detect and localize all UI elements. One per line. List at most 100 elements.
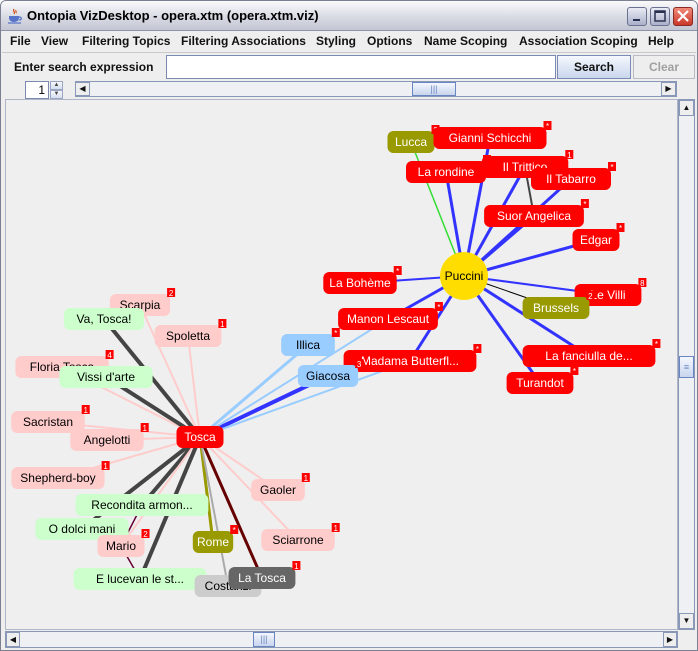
node-fanciulla[interactable]: La fanciulla de... * [522, 339, 661, 367]
node-turandot[interactable]: Turandot * [506, 366, 579, 394]
node-label: Il Tabarro [546, 172, 596, 186]
node-label: Angelotti [84, 433, 131, 447]
badge-text: 1 [304, 474, 309, 483]
node-suor[interactable]: Suor Angelica * [484, 199, 589, 227]
badge-text: 1 [142, 424, 147, 433]
badge-text: 1 [567, 151, 572, 160]
locality-slider[interactable]: ◀ ||| ▶ [75, 81, 677, 97]
slider-thumb[interactable]: ||| [412, 82, 456, 96]
node-gianni[interactable]: Gianni Schicchi * [433, 121, 552, 149]
badge-text: 1 [333, 524, 338, 533]
node-label: Illica [296, 338, 320, 352]
node-label: Sciarrone [272, 533, 324, 547]
node-vissi[interactable]: Vissi d'arte [59, 366, 153, 388]
maximize-button[interactable] [650, 7, 670, 26]
node-manon[interactable]: Manon Lescaut * [338, 302, 443, 330]
slider-right-arrow-icon[interactable]: ▶ [661, 82, 676, 96]
node-label: Recondita armon... [91, 498, 192, 512]
node-boheme[interactable]: La Bohème * [323, 266, 402, 294]
spinner-up-icon[interactable]: ▲ [50, 81, 63, 90]
scroll-down-arrow-icon[interactable]: ▼ [679, 613, 694, 629]
node-label: Sacristan [23, 415, 73, 429]
menu-filtering-associations[interactable]: Filtering Associations [181, 34, 306, 48]
node-illica[interactable]: Illica * [281, 328, 340, 356]
search-button[interactable]: Search [557, 55, 631, 79]
clear-button[interactable]: Clear [633, 55, 695, 79]
edge-tosca-illica[interactable] [199, 343, 309, 439]
vertical-scrollbar[interactable]: ▲ ≡ ▼ [678, 99, 695, 630]
node-label: La Tosca [238, 571, 286, 585]
node-recondita[interactable]: Recondita armon... [75, 494, 209, 516]
node-butterfly[interactable]: Madama Butterfl... * [343, 344, 482, 372]
menu-file[interactable]: File [10, 34, 31, 48]
node-tosca[interactable]: Tosca [176, 426, 224, 448]
locality-spinner[interactable]: 1 ▲ ▼ [25, 81, 63, 99]
horizontal-scrollbar[interactable]: ◀ ||| ▶ [5, 631, 678, 648]
node-elucevan[interactable]: E lucevan le st... [73, 568, 207, 590]
badge-text: * [334, 329, 337, 338]
slider-left-arrow-icon[interactable]: ◀ [75, 82, 90, 96]
badge-text: * [476, 345, 479, 354]
topic-map-graph[interactable]: PucciniLucca2Gianni Schicchi*La rondine*… [6, 100, 678, 630]
node-puccini[interactable]: Puccini [440, 252, 488, 300]
menu-help[interactable]: Help [648, 34, 674, 48]
node-label: Tosca [184, 430, 216, 444]
vertical-scroll-thumb[interactable]: ≡ [679, 356, 694, 378]
nodes: PucciniLucca2Gianni Schicchi*La rondine*… [11, 121, 661, 597]
horizontal-scroll-thumb[interactable]: ||| [253, 632, 275, 647]
node-label: Gianni Schicchi [449, 131, 532, 145]
node-vatosca[interactable]: Va, Tosca! [64, 308, 144, 330]
node-label: Le Villi [590, 288, 625, 302]
title-bar: Ontopia VizDesktop - opera.xtm (opera.xt… [1, 1, 697, 31]
scroll-up-arrow-icon[interactable]: ▲ [679, 100, 694, 116]
badge-text: 1 [220, 320, 225, 329]
badge-text: 2 [169, 289, 174, 298]
node-label: Rome [197, 535, 229, 549]
node-label: Puccini [445, 269, 484, 283]
node-latosca[interactable]: La Tosca 1 [228, 561, 301, 589]
node-edgar[interactable]: Edgar * [572, 223, 625, 251]
java-coffee-cup-icon [8, 8, 22, 24]
menu-styling[interactable]: Styling [316, 34, 356, 48]
node-lucca[interactable]: Lucca2 [387, 125, 440, 153]
menu-options[interactable]: Options [367, 34, 412, 48]
graph-canvas[interactable]: PucciniLucca2Gianni Schicchi*La rondine*… [5, 99, 678, 630]
close-button[interactable] [673, 7, 693, 26]
menu-name-scoping[interactable]: Name Scoping [424, 34, 507, 48]
badge-text: * [655, 340, 658, 349]
badge-text: * [233, 526, 236, 535]
node-spoletta[interactable]: Spoletta 1 [154, 319, 227, 347]
node-label: Giacosa [306, 369, 350, 383]
scroll-right-arrow-icon[interactable]: ▶ [663, 632, 677, 647]
node-label: La fanciulla de... [545, 349, 632, 363]
badge-text: * [396, 267, 399, 276]
menu-filtering-topics[interactable]: Filtering Topics [82, 34, 170, 48]
badge-text: * [583, 200, 586, 209]
search-bar: Enter search expression Search Clear [2, 54, 696, 80]
badge-text: 4 [107, 351, 112, 360]
node-label: Mario [106, 539, 136, 553]
node-label: E lucevan le st... [96, 572, 184, 586]
spinner-down-icon[interactable]: ▼ [50, 90, 63, 99]
minimize-button[interactable] [627, 7, 647, 26]
close-icon [677, 10, 689, 22]
node-label: Turandot [516, 376, 564, 390]
scroll-left-arrow-icon[interactable]: ◀ [6, 632, 20, 647]
window-title: Ontopia VizDesktop - opera.xtm (opera.xt… [27, 8, 319, 23]
node-rome[interactable]: Rome * [192, 525, 239, 553]
menu-association-scoping[interactable]: Association Scoping [519, 34, 638, 48]
node-sciarrone[interactable]: Sciarrone 1 [261, 523, 340, 551]
badge-text: 1 [294, 562, 299, 571]
node-label: Brussels [533, 301, 579, 315]
node-label: Edgar [580, 233, 612, 247]
menu-view[interactable]: View [41, 34, 68, 48]
locality-value[interactable]: 1 [25, 81, 49, 99]
node-label: Gaoler [260, 483, 296, 497]
badge-text: * [437, 303, 440, 312]
node-shepherd[interactable]: Shepherd-boy 1 [11, 461, 110, 489]
node-sacristan[interactable]: Sacristan 1 [11, 405, 90, 433]
node-rondine[interactable]: La rondine* [406, 155, 491, 183]
badge-text: * [546, 122, 549, 131]
node-label: La rondine [418, 165, 475, 179]
search-input[interactable] [166, 55, 556, 79]
